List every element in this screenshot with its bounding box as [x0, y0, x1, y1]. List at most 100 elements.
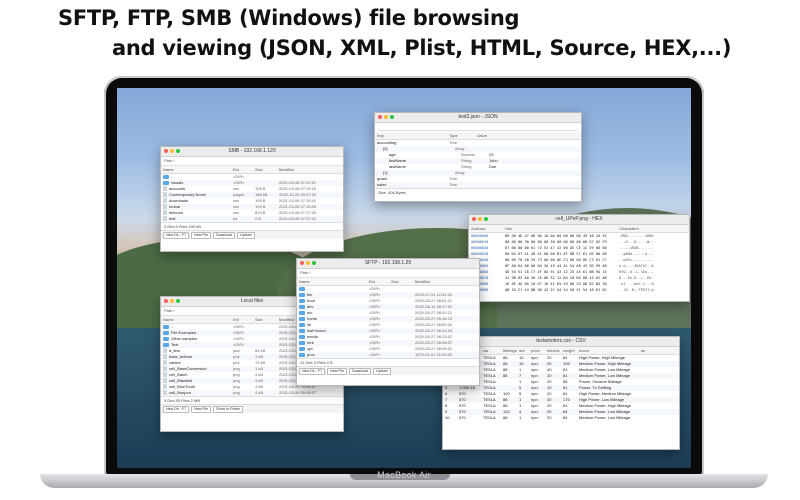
upload-button[interactable]: Upload: [237, 231, 255, 239]
value-cell: [475, 182, 537, 188]
title-bar[interactable]: SFTP - 192.168.1.25: [297, 259, 479, 269]
path-bar[interactable]: Path /: [297, 269, 479, 278]
file-name: bin: [307, 292, 313, 297]
path-label: Path: [164, 158, 173, 163]
col-name[interactable]: Name: [161, 316, 231, 323]
col-value[interactable]: Value: [475, 132, 537, 139]
col-header[interactable]: price: [529, 347, 545, 354]
upload-button[interactable]: Upload: [373, 367, 391, 375]
col-ext[interactable]: Ext: [231, 166, 253, 173]
col-size[interactable]: Size: [389, 278, 413, 285]
status-text: 2 Dirs 6 Files 190 kB: [161, 222, 343, 230]
hex-dump: 00000000 89 50 4E 47 0D 0A 1A 0A 00 00 00…: [469, 233, 689, 293]
file-name: foobar: [169, 204, 181, 209]
path-value: /: [173, 158, 175, 163]
col-size[interactable]: Size: [253, 166, 277, 173]
file-name: media: [307, 334, 318, 339]
file-name: File Examples: [171, 330, 197, 335]
hex-window[interactable]: cell_UPnP.png - HEX Address Hex Characte…: [468, 214, 690, 302]
column-header[interactable]: Name Ext Size Modified: [297, 278, 479, 286]
show-in-finder-button[interactable]: Show in Finder: [213, 405, 244, 413]
folder-icon: [299, 292, 305, 297]
folder-icon: [299, 304, 305, 309]
smb-window[interactable]: SMB - 192.168.1.120 Path / Name Ext Size…: [160, 146, 344, 252]
file-name: cell_Batch: [169, 372, 188, 377]
file-icon: [163, 210, 167, 216]
col-name[interactable]: Name: [297, 278, 367, 285]
col-name[interactable]: Name: [161, 166, 231, 173]
column-header[interactable]: Key Type Value: [375, 132, 581, 140]
new-file-button[interactable]: New File: [191, 231, 212, 239]
sftp-window[interactable]: SFTP - 192.168.1.25 Path / Name Ext Size…: [296, 258, 480, 386]
file-icon: [163, 198, 167, 204]
col-header[interactable]: adr: [517, 347, 529, 354]
file-name: opt: [307, 346, 313, 351]
file-name: cables: [169, 360, 181, 365]
file-name: Text: [171, 342, 179, 347]
modified-cell: 2021-03-06 07:27:22: [279, 216, 317, 221]
csv-cell: 1: [519, 415, 522, 420]
folder-icon: [299, 352, 305, 357]
file-icon: [163, 378, 167, 384]
col-ext[interactable]: Ext: [231, 316, 253, 323]
csv-cell: TESLA: [483, 415, 496, 420]
col-modified[interactable]: Modified: [413, 278, 475, 285]
status-text: Size: 406 Bytes: [375, 188, 581, 196]
search-field[interactable]: [378, 124, 578, 131]
table-row[interactable]: 10 570 TESLA 88 1 npn 20 84 Medium Power, Low Mi…: [443, 415, 679, 421]
status-text: 5 Dirs 55 Files 2 MB: [161, 396, 343, 404]
folder-icon: [163, 342, 169, 347]
new-file-button[interactable]: New File: [327, 367, 348, 375]
col-type[interactable]: Type: [447, 132, 475, 139]
col-header[interactable]: Mileage: [501, 347, 517, 354]
title-bar[interactable]: SMB - 192.168.1.120: [161, 147, 343, 157]
col-characters: Characters: [619, 226, 639, 231]
title-bar[interactable]: cell_UPnP.png - HEX: [469, 215, 689, 225]
file-icon: [163, 216, 167, 222]
name-cell: cell_Bonjour: [161, 390, 231, 396]
toolbar: New Dir - F7 New File Download Upload: [297, 366, 479, 375]
json-window[interactable]: test2.json - JSON Key Type Value account…: [374, 112, 582, 202]
new-dir-button[interactable]: New Dir - F7: [163, 405, 190, 413]
column-header: Address Hex Characters: [469, 225, 689, 233]
col-header[interactable]: weight: [561, 347, 577, 354]
col-header[interactable]: ac: [639, 347, 655, 354]
download-button[interactable]: Download: [213, 231, 236, 239]
csv-cell: Medium Power, Low Mileage: [579, 415, 631, 420]
window-title: SMB - 192.168.1.120: [228, 148, 276, 154]
col-key[interactable]: Key: [375, 132, 447, 139]
new-dir-button[interactable]: New Dir - F7: [299, 367, 326, 375]
file-name: lost+found: [307, 328, 326, 333]
col-modified[interactable]: Modified: [277, 166, 339, 173]
folder-icon: [299, 316, 305, 321]
file-name: ..: [171, 174, 174, 179]
table-row[interactable]: proc <DIR> 1970-01-01 01:00:00: [297, 352, 479, 358]
path-bar[interactable]: Path /: [161, 157, 343, 166]
key-text: lastName: [389, 164, 406, 169]
file-name: ..: [307, 286, 310, 291]
col-header[interactable]: car: [481, 347, 501, 354]
folder-icon: [163, 330, 169, 335]
file-name: test: [169, 216, 176, 221]
col-size[interactable]: Size: [253, 316, 277, 323]
col-address: Address: [471, 226, 486, 231]
col-header[interactable]: electric: [545, 347, 561, 354]
new-file-button[interactable]: New File: [191, 405, 212, 413]
column-header[interactable]: Name Ext Size Modified: [161, 166, 343, 174]
folder-icon: [299, 310, 305, 315]
file-name: downloads: [169, 198, 189, 203]
window-title: cell_UPnP.png - HEX: [555, 216, 603, 222]
key-cell: sales: [375, 182, 447, 188]
col-header[interactable]: doors: [577, 347, 639, 354]
key-text: accounting: [377, 140, 397, 145]
file-name: Contemporary Novel: [169, 192, 206, 197]
title-bar[interactable]: test2.json - JSON: [375, 113, 581, 123]
csv-cell: 10: [445, 415, 450, 420]
hex-row[interactable]: 00000090AB 16 21 44 8B 96 42 2C A4 54 50…: [469, 287, 689, 293]
table-row[interactable]: test txt 0 B 2021-03-06 07:27:22: [161, 216, 343, 222]
folder-icon: [299, 334, 305, 339]
col-ext[interactable]: Ext: [367, 278, 389, 285]
new-dir-button[interactable]: New Dir - F7: [163, 231, 190, 239]
download-button[interactable]: Download: [349, 367, 372, 375]
table-row[interactable]: cell_Bonjour png 4 kB 2021-03-06 09:08:57: [161, 390, 343, 396]
